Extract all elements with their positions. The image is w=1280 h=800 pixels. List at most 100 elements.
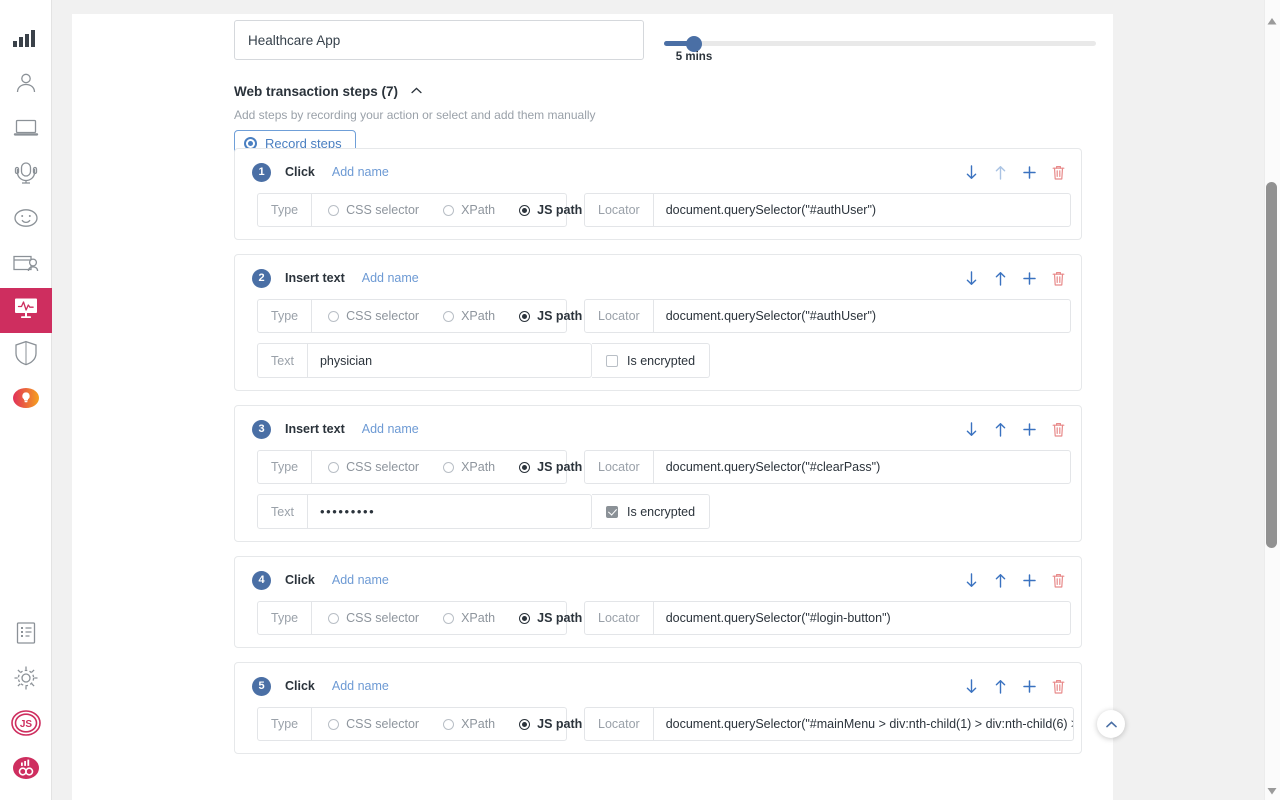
- locator-field[interactable]: Locator document.querySelector("#authUse…: [584, 193, 1071, 228]
- type-option-label: CSS selector: [346, 309, 420, 324]
- move-up-icon[interactable]: [994, 679, 1007, 694]
- sidebar-item-experience[interactable]: [0, 198, 52, 243]
- step-add-name-link[interactable]: Add name: [362, 271, 419, 285]
- type-option-xpath[interactable]: XPath: [443, 611, 495, 625]
- sidebar-item-dashboard-bars[interactable]: [0, 18, 52, 63]
- add-step-icon[interactable]: [1023, 422, 1036, 436]
- type-option-css[interactable]: CSS selector: [328, 611, 419, 625]
- sidebar-item-sessions[interactable]: [0, 243, 52, 288]
- type-option-xpath[interactable]: XPath: [443, 309, 495, 323]
- type-option-css[interactable]: CSS selector: [328, 717, 419, 731]
- interval-slider[interactable]: 5 mins: [664, 24, 1096, 68]
- locator-value[interactable]: document.querySelector("#mainMenu > div:…: [654, 708, 1073, 740]
- type-option-css[interactable]: CSS selector: [328, 309, 419, 323]
- type-option-xpath[interactable]: XPath: [443, 460, 495, 474]
- step-toolbar: [965, 265, 1065, 291]
- type-option-label: CSS selector: [346, 611, 420, 626]
- slider-track[interactable]: [664, 41, 1096, 46]
- slider-thumb[interactable]: [686, 36, 702, 52]
- step-card: 5 Click Add name Type CSS selector XPath J…: [234, 662, 1082, 755]
- locator-field[interactable]: Locator document.querySelector("#login-b…: [584, 601, 1071, 636]
- add-step-icon[interactable]: [1023, 165, 1036, 179]
- window-scrollbar-thumb[interactable]: [1266, 182, 1277, 548]
- step-toolbar: [965, 416, 1065, 442]
- type-option-jspath[interactable]: JS path: [519, 611, 582, 625]
- locator-value[interactable]: document.querySelector("#login-button"): [654, 602, 1070, 634]
- type-option-xpath[interactable]: XPath: [443, 717, 495, 731]
- step-add-name-link[interactable]: Add name: [332, 679, 389, 693]
- text-field[interactable]: Text physician: [257, 343, 592, 379]
- step-card: 2 Insert text Add name Type CSS selector X…: [234, 254, 1082, 392]
- step-add-name-link[interactable]: Add name: [362, 422, 419, 436]
- sidebar-item-reports[interactable]: [0, 613, 52, 658]
- type-option-css[interactable]: CSS selector: [328, 203, 419, 217]
- chevron-up-icon[interactable]: [410, 81, 422, 99]
- lightbulb-icon: [12, 387, 39, 414]
- sidebar-item-security[interactable]: [0, 333, 52, 378]
- step-add-name-link[interactable]: Add name: [332, 573, 389, 587]
- scroll-to-top-button[interactable]: [1097, 710, 1125, 738]
- type-option-xpath[interactable]: XPath: [443, 203, 495, 217]
- delete-step-icon[interactable]: [1052, 422, 1065, 437]
- locator-field[interactable]: Locator document.querySelector("#clearPa…: [584, 450, 1071, 485]
- scrollbar-down-arrow-icon[interactable]: [1267, 782, 1277, 800]
- locator-field[interactable]: Locator document.querySelector("#mainMen…: [584, 707, 1074, 742]
- sidebar-item-support[interactable]: [0, 153, 52, 198]
- type-option-css[interactable]: CSS selector: [328, 460, 419, 474]
- type-option-jspath[interactable]: JS path: [519, 203, 582, 217]
- checkbox-icon[interactable]: [606, 505, 618, 518]
- delete-step-icon[interactable]: [1052, 271, 1065, 286]
- section-subtitle: Add steps by recording your action or se…: [234, 108, 596, 123]
- radio-icon: [443, 204, 455, 216]
- step-add-name-link[interactable]: Add name: [332, 165, 389, 179]
- text-value[interactable]: •••••••••: [308, 495, 591, 528]
- type-option-label: JS path: [537, 309, 583, 324]
- add-step-icon[interactable]: [1023, 271, 1036, 285]
- locator-value[interactable]: document.querySelector("#authUser"): [654, 194, 1070, 226]
- step-action-label: Click: [285, 165, 315, 180]
- scrollbar-up-arrow-icon[interactable]: [1267, 12, 1277, 30]
- move-down-icon[interactable]: [965, 422, 978, 437]
- locator-value[interactable]: document.querySelector("#authUser"): [654, 300, 1070, 332]
- move-up-icon[interactable]: [994, 165, 1007, 180]
- locator-value[interactable]: document.querySelector("#clearPass"): [654, 451, 1070, 483]
- type-option-jspath[interactable]: JS path: [519, 717, 582, 731]
- locator-field[interactable]: Locator document.querySelector("#authUse…: [584, 299, 1071, 334]
- move-down-icon[interactable]: [965, 271, 978, 286]
- type-option-label: CSS selector: [346, 717, 420, 732]
- checkbox-icon[interactable]: [606, 354, 618, 367]
- monitor-name-input[interactable]: [234, 20, 644, 60]
- gear-icon: [13, 665, 39, 696]
- add-step-icon[interactable]: [1023, 573, 1036, 587]
- delete-step-icon[interactable]: [1052, 165, 1065, 180]
- radio-icon: [443, 718, 455, 730]
- delete-step-icon[interactable]: [1052, 573, 1065, 588]
- type-option-jspath[interactable]: JS path: [519, 460, 582, 474]
- step-header: 3 Insert text Add name: [245, 416, 1071, 442]
- sidebar-item-account[interactable]: [0, 748, 52, 793]
- sidebar-item-js-agent[interactable]: JS: [0, 703, 52, 748]
- text-field[interactable]: Text •••••••••: [257, 494, 592, 530]
- sidebar-item-insights[interactable]: [0, 378, 52, 423]
- step-action-label: Click: [285, 679, 315, 694]
- is-encrypted-toggle[interactable]: Is encrypted: [592, 494, 711, 530]
- move-down-icon[interactable]: [965, 679, 978, 694]
- sidebar-item-settings[interactable]: [0, 658, 52, 703]
- step-number-badge: 5: [252, 676, 271, 696]
- add-step-icon[interactable]: [1023, 679, 1036, 693]
- move-down-icon[interactable]: [965, 573, 978, 588]
- type-option-label: XPath: [461, 203, 496, 218]
- move-up-icon[interactable]: [994, 271, 1007, 286]
- sidebar-item-synthetic-monitoring[interactable]: [0, 288, 52, 333]
- text-value[interactable]: physician: [308, 344, 591, 377]
- sidebar-item-devices[interactable]: [0, 108, 52, 153]
- move-up-icon[interactable]: [994, 573, 1007, 588]
- move-down-icon[interactable]: [965, 165, 978, 180]
- is-encrypted-toggle[interactable]: Is encrypted: [592, 343, 711, 379]
- sidebar-item-user[interactable]: [0, 63, 52, 108]
- step-toolbar: [965, 673, 1065, 699]
- delete-step-icon[interactable]: [1052, 679, 1065, 694]
- smiley-icon: [13, 208, 39, 233]
- move-up-icon[interactable]: [994, 422, 1007, 437]
- type-option-jspath[interactable]: JS path: [519, 309, 582, 323]
